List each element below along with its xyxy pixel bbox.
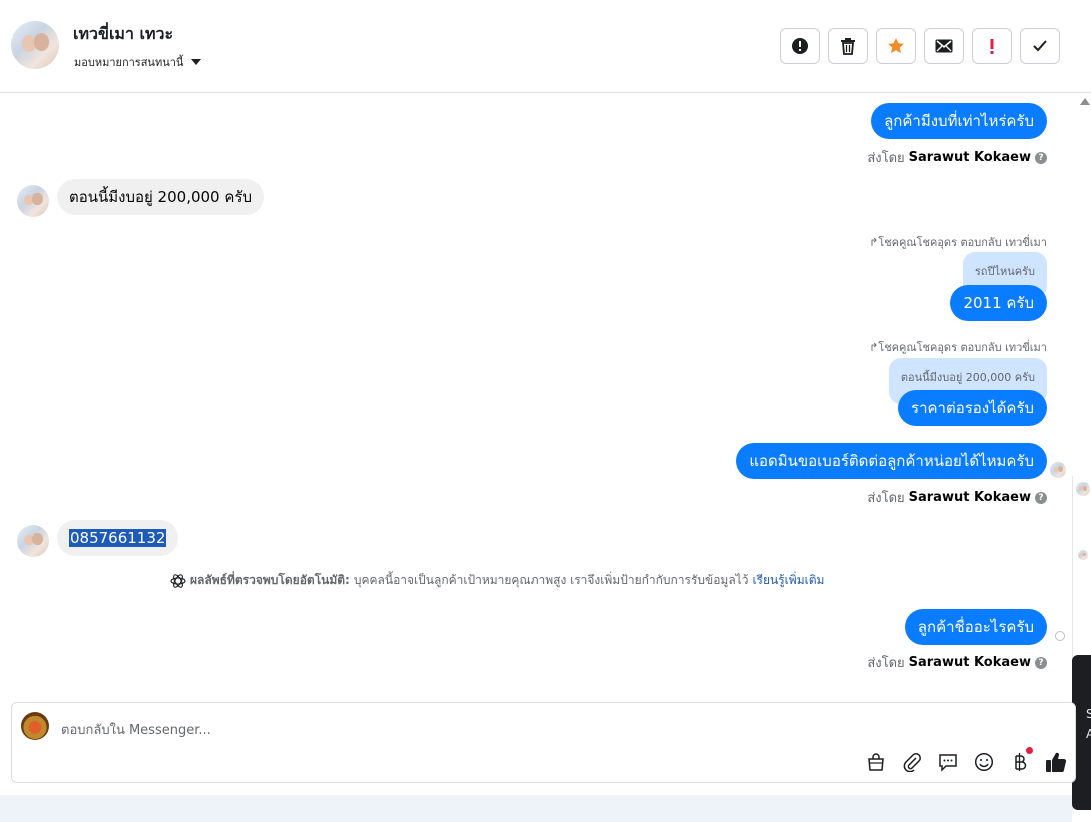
atom-icon — [170, 573, 186, 588]
emoji-icon[interactable] — [973, 751, 995, 773]
outgoing-message[interactable]: ลูกค้ามีงบที่เท่าไหร่ครับ — [871, 103, 1047, 139]
side-popup-text-1: S — [1086, 707, 1091, 721]
contact-name[interactable]: เทวขี่เมา เทวะ — [73, 22, 173, 47]
reply-meta: ↱โชคคูณโชคอุดร ตอบกลับ เทวขี่เมา — [869, 341, 1047, 354]
outgoing-message[interactable]: ลูกค้าชื่ออะไรครับ — [904, 609, 1047, 645]
help-icon[interactable]: ? — [1035, 491, 1047, 504]
star-icon — [888, 38, 904, 54]
reply-composer[interactable]: ตอบกลับใน Messenger... — [11, 702, 1076, 783]
scroll-up-arrow[interactable] — [1080, 98, 1090, 105]
seen-avatar — [1050, 462, 1066, 478]
learn-more-link[interactable]: เรียนรู้เพิ่มเติม — [752, 571, 824, 590]
assign-conversation-dropdown[interactable]: มอบหมายการสนทนานี้ — [74, 53, 202, 71]
inbox-conversation: เทวขี่เมา เทวะ มอบหมายการสนทนานี้ ลูกค้า… — [0, 0, 1091, 822]
mark-unread-button[interactable] — [924, 28, 964, 64]
outgoing-message[interactable]: ราคาต่อรองได้ครับ — [898, 390, 1047, 426]
sender-name: Sarawut Kokaew — [908, 150, 1031, 165]
check-icon — [1033, 40, 1047, 52]
sent-by-prefix: ส่งโดย — [867, 491, 905, 506]
help-icon[interactable]: ? — [1035, 151, 1047, 164]
side-avatar — [1076, 482, 1090, 496]
side-popup-text-2: A — [1086, 727, 1091, 741]
auto-detect-notice: ผลลัพธ์ที่ตรวจพบโดยอัตโนมัติ: บุคคลนี้อา… — [170, 571, 824, 590]
notification-dot — [1026, 747, 1033, 754]
sent-by-prefix: ส่งโดย — [867, 656, 905, 671]
sender-name: Sarawut Kokaew — [908, 655, 1031, 670]
trash-icon — [841, 38, 855, 55]
reply-meta: ↱โชคคูณโชคอุดร ตอบกลับ เทวขี่เมา — [869, 236, 1047, 249]
conversation-toolbar — [780, 28, 1060, 64]
footer-strip — [0, 795, 1072, 822]
reply-input[interactable]: ตอบกลับใน Messenger... — [61, 719, 211, 740]
mark-done-button[interactable] — [1020, 28, 1060, 64]
mail-icon — [935, 39, 953, 53]
exclamation-icon — [990, 39, 994, 54]
help-icon[interactable]: ? — [1035, 656, 1047, 669]
incoming-message[interactable]: ตอนนี้มีงบอยู่ 200,000 ครับ — [57, 179, 264, 215]
alert-circle-icon — [792, 38, 808, 54]
outgoing-message[interactable]: 2011 ครับ — [950, 285, 1047, 321]
incoming-message[interactable]: 0857661132 — [57, 520, 179, 556]
message-thread[interactable]: ลูกค้ามีงบที่เท่าไหร่ครับ ส่งโดย Sarawut… — [0, 93, 1072, 701]
delete-button[interactable] — [828, 28, 868, 64]
side-avatar-small — [1078, 550, 1088, 560]
follow-up-button[interactable] — [972, 28, 1012, 64]
page-avatar — [21, 712, 49, 740]
paperclip-icon[interactable] — [901, 751, 923, 773]
sent-by-label: ส่งโดย Sarawut Kokaew ? — [867, 652, 1047, 673]
contact-avatar[interactable] — [11, 21, 59, 69]
star-button[interactable] — [876, 28, 916, 64]
auto-detect-label: ผลลัพธ์ที่ตรวจพบโดยอัตโนมัติ: — [190, 573, 350, 587]
outgoing-message[interactable]: แอดมินขอเบอร์ติดต่อลูกค้าหน่อยได้ไหมครับ — [736, 443, 1047, 479]
shopping-bag-icon[interactable] — [865, 751, 887, 773]
conversation-header: เทวขี่เมา เทวะ มอบหมายการสนทนานี้ — [0, 0, 1091, 93]
saved-reply-icon[interactable] — [937, 751, 959, 773]
sender-name: Sarawut Kokaew — [908, 490, 1031, 505]
chevron-down-icon — [191, 59, 202, 65]
contact-avatar-small — [17, 525, 49, 557]
sent-by-prefix: ส่งโดย — [867, 151, 905, 166]
mark-spam-button[interactable] — [780, 28, 820, 64]
sent-by-label: ส่งโดย Sarawut Kokaew ? — [867, 147, 1047, 168]
assign-label: มอบหมายการสนทนานี้ — [74, 56, 184, 69]
thumbs-up-icon[interactable] — [1045, 751, 1067, 773]
contact-avatar-small — [17, 185, 49, 217]
auto-detect-text: บุคคลนี้อาจเป็นลูกค้าเป้าหมายคุณภาพสูง เ… — [353, 573, 749, 587]
baht-icon[interactable] — [1009, 747, 1033, 773]
sent-status-icon — [1055, 631, 1065, 641]
phone-number[interactable]: 0857661132 — [69, 529, 167, 547]
composer-actions — [865, 747, 1067, 773]
sent-by-label: ส่งโดย Sarawut Kokaew ? — [867, 487, 1047, 508]
